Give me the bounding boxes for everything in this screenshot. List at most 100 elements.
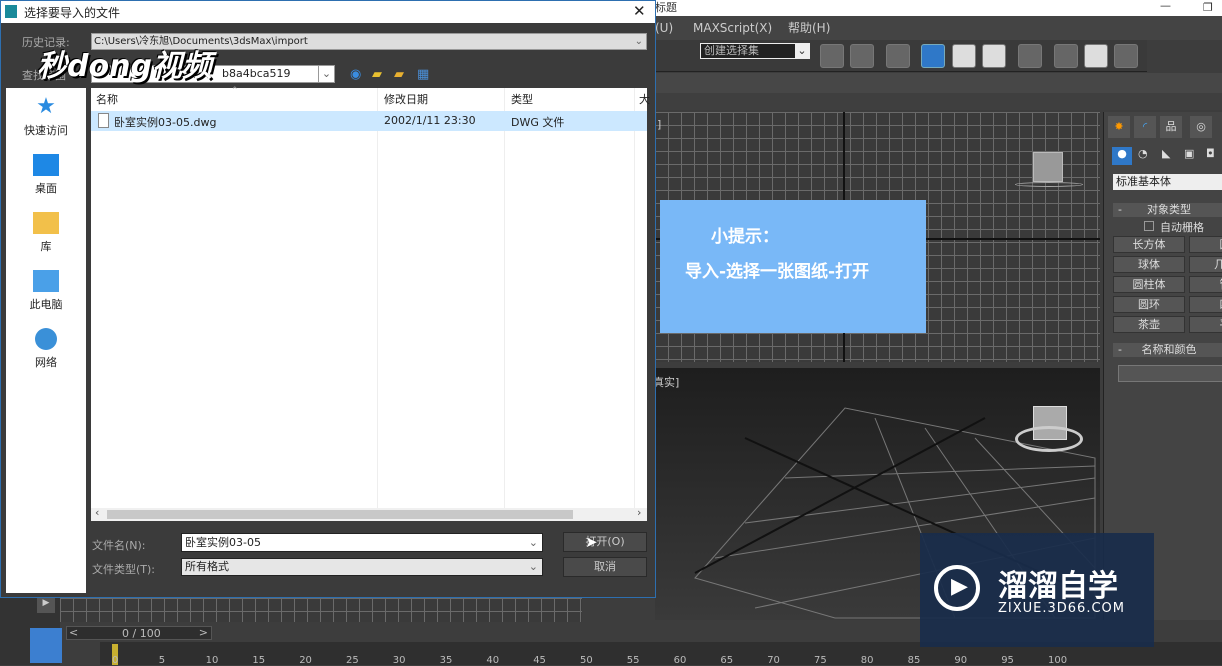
chevron-down-icon: ⌄ (528, 536, 538, 549)
timeline-tick-label: 50 (580, 655, 593, 666)
geometry-icon[interactable]: ● (1112, 147, 1132, 165)
tube-button[interactable]: 管 (1189, 276, 1222, 293)
scroll-right-icon[interactable]: › (637, 506, 641, 519)
layer-icon[interactable] (886, 44, 910, 68)
cylinder-button[interactable]: 圆柱体 (1113, 276, 1185, 293)
column-header-size[interactable]: 大 (639, 91, 650, 109)
sidebar-item-desktop[interactable]: 桌面 (6, 154, 86, 196)
lights-icon[interactable]: ◣ (1162, 147, 1170, 160)
app-title-bar: 标题 — ❐ (655, 0, 1222, 16)
modify-tab-icon[interactable]: ◜ (1134, 116, 1156, 138)
column-header-name[interactable]: 名称 (96, 91, 118, 109)
column-header-modified[interactable]: 修改日期 (384, 91, 428, 109)
menu-item[interactable]: (U) (655, 16, 673, 40)
autogrid-checkbox[interactable] (1144, 221, 1154, 231)
close-button[interactable]: ✕ (633, 2, 646, 20)
rollout-toggle: - (1118, 203, 1122, 216)
menu-item-maxscript[interactable]: MAXScript(X) (693, 16, 772, 40)
network-icon (35, 328, 57, 350)
play-icon[interactable]: ▶ (37, 598, 55, 613)
video-logo-watermark: 秒dong视频 (37, 49, 212, 84)
cameras-icon[interactable]: ▣ (1184, 147, 1194, 160)
filename-input[interactable]: 卧室实例03-05 ⌄ (181, 533, 543, 552)
scroll-left-icon[interactable]: ‹ (95, 506, 99, 519)
file-type: DWG 文件 (511, 116, 565, 129)
new-folder-icon[interactable]: ▰ (394, 67, 404, 82)
file-icon (98, 113, 109, 128)
torus-button[interactable]: 圆环 (1113, 296, 1185, 313)
render-setup-icon[interactable] (1054, 44, 1078, 68)
file-list[interactable]: ⌃ 卧室实例03-05.dwg 2002/1/11 23:30 DWG 文件 ‹… (91, 86, 647, 521)
cancel-button[interactable]: 取消 (563, 557, 647, 577)
scrollbar-thumb[interactable] (107, 510, 573, 519)
zixue-watermark: ▶ 溜溜自学 ZIXUE.3D66.COM (920, 533, 1154, 647)
horizontal-scrollbar[interactable]: ‹ › (91, 506, 647, 521)
frame-display: 0 / 100 (122, 627, 161, 640)
time-slider[interactable]: < 0 / 100 > (66, 626, 212, 640)
material-editor-icon[interactable] (1018, 44, 1042, 68)
computer-icon (33, 270, 59, 292)
box-button[interactable]: 长方体 (1113, 236, 1185, 253)
shapes-icon[interactable]: ◔ (1138, 147, 1148, 160)
viewcube[interactable] (1033, 152, 1063, 182)
plane-button[interactable]: 平 (1189, 316, 1222, 333)
object-name-input[interactable] (1118, 365, 1222, 382)
align-icon[interactable] (850, 44, 874, 68)
chevron-down-icon: ⌄ (795, 44, 809, 58)
prev-frame-button[interactable]: < (69, 626, 78, 639)
minimize-button[interactable]: — (1160, 0, 1171, 13)
sidebar-item-label: 此电脑 (29, 298, 63, 311)
rollout-name-color[interactable]: - 名称和颜色 (1113, 343, 1222, 357)
curve-editor-icon[interactable] (952, 44, 976, 68)
render-icon[interactable] (1114, 44, 1138, 68)
import-file-dialog: 选择要导入的文件 ✕ 历史记录: C:\Users\冷东旭\Documents\… (0, 0, 656, 598)
helpers-icon[interactable]: ◘ (1206, 147, 1215, 160)
scene-explorer-icon[interactable] (921, 44, 945, 68)
mirror-icon[interactable] (820, 44, 844, 68)
table-row[interactable]: 卧室实例03-05.dwg 2002/1/11 23:30 DWG 文件 (91, 111, 647, 131)
sidebar-item-quick-access[interactable]: ★ 快速访问 (6, 96, 86, 138)
watermark-text: 溜溜自学 (998, 569, 1118, 604)
back-icon[interactable]: ◉ (350, 67, 361, 82)
lookin-value: b8a4bca519 (222, 67, 291, 80)
next-frame-button[interactable]: > (199, 626, 208, 639)
viewport-label[interactable]: ] (657, 118, 661, 131)
menu-item-help[interactable]: 帮助(H) (788, 16, 830, 40)
column-header-type[interactable]: 类型 (511, 91, 533, 109)
category-dropdown[interactable]: 标准基本体 (1113, 174, 1222, 190)
file-modified: 2002/1/11 23:30 (384, 114, 476, 127)
restore-button[interactable]: ❐ (1203, 0, 1213, 15)
viewport-layout-icon[interactable] (30, 628, 62, 663)
motion-tab-icon[interactable]: ◎ (1190, 116, 1212, 138)
sidebar-item-network[interactable]: 网络 (6, 328, 86, 370)
timeline-tick-label: 45 (533, 655, 546, 666)
up-folder-icon[interactable]: ▰ (372, 67, 382, 82)
timeline-tick-label: 40 (486, 655, 500, 666)
teapot-button[interactable]: 茶壶 (1113, 316, 1185, 333)
timeline-tick-label: 0 (112, 655, 119, 666)
geosphere-button[interactable]: 几何 (1189, 256, 1222, 273)
hierarchy-tab-icon[interactable]: 品 (1160, 116, 1182, 138)
sidebar-item-library[interactable]: 库 (6, 212, 86, 254)
chevron-down-icon: ⌄ (634, 36, 643, 47)
view-menu-icon[interactable]: ▦ (417, 67, 429, 82)
filetype-dropdown[interactable]: 所有格式 ⌄ (181, 558, 543, 576)
tip-title: 小提示： (711, 227, 779, 247)
cone-button[interactable]: 圆 (1189, 236, 1222, 253)
sidebar-item-label: 桌面 (35, 182, 57, 195)
timeline-tick-label: 75 (814, 655, 827, 666)
track-bar[interactable] (60, 598, 582, 622)
rollout-object-type[interactable]: - 对象类型 (1113, 203, 1222, 217)
open-button[interactable]: 打开(O) (563, 532, 647, 552)
selection-set-dropdown[interactable]: 创建选择集 ⌄ (700, 43, 810, 59)
schematic-view-icon[interactable] (982, 44, 1006, 68)
tip-box: 小提示： 导入-选择一张图纸-打开 (660, 200, 926, 333)
sphere-button[interactable]: 球体 (1113, 256, 1185, 273)
rendered-frame-icon[interactable] (1084, 44, 1108, 68)
create-tab-icon[interactable]: ✸ (1108, 116, 1130, 138)
named-selection-icon[interactable] (672, 44, 696, 68)
ribbon-bar-2 (655, 93, 1222, 110)
play-logo-icon: ▶ (934, 565, 980, 611)
sidebar-item-this-pc[interactable]: 此电脑 (6, 270, 86, 312)
pyramid-button[interactable]: 四 (1189, 296, 1222, 313)
